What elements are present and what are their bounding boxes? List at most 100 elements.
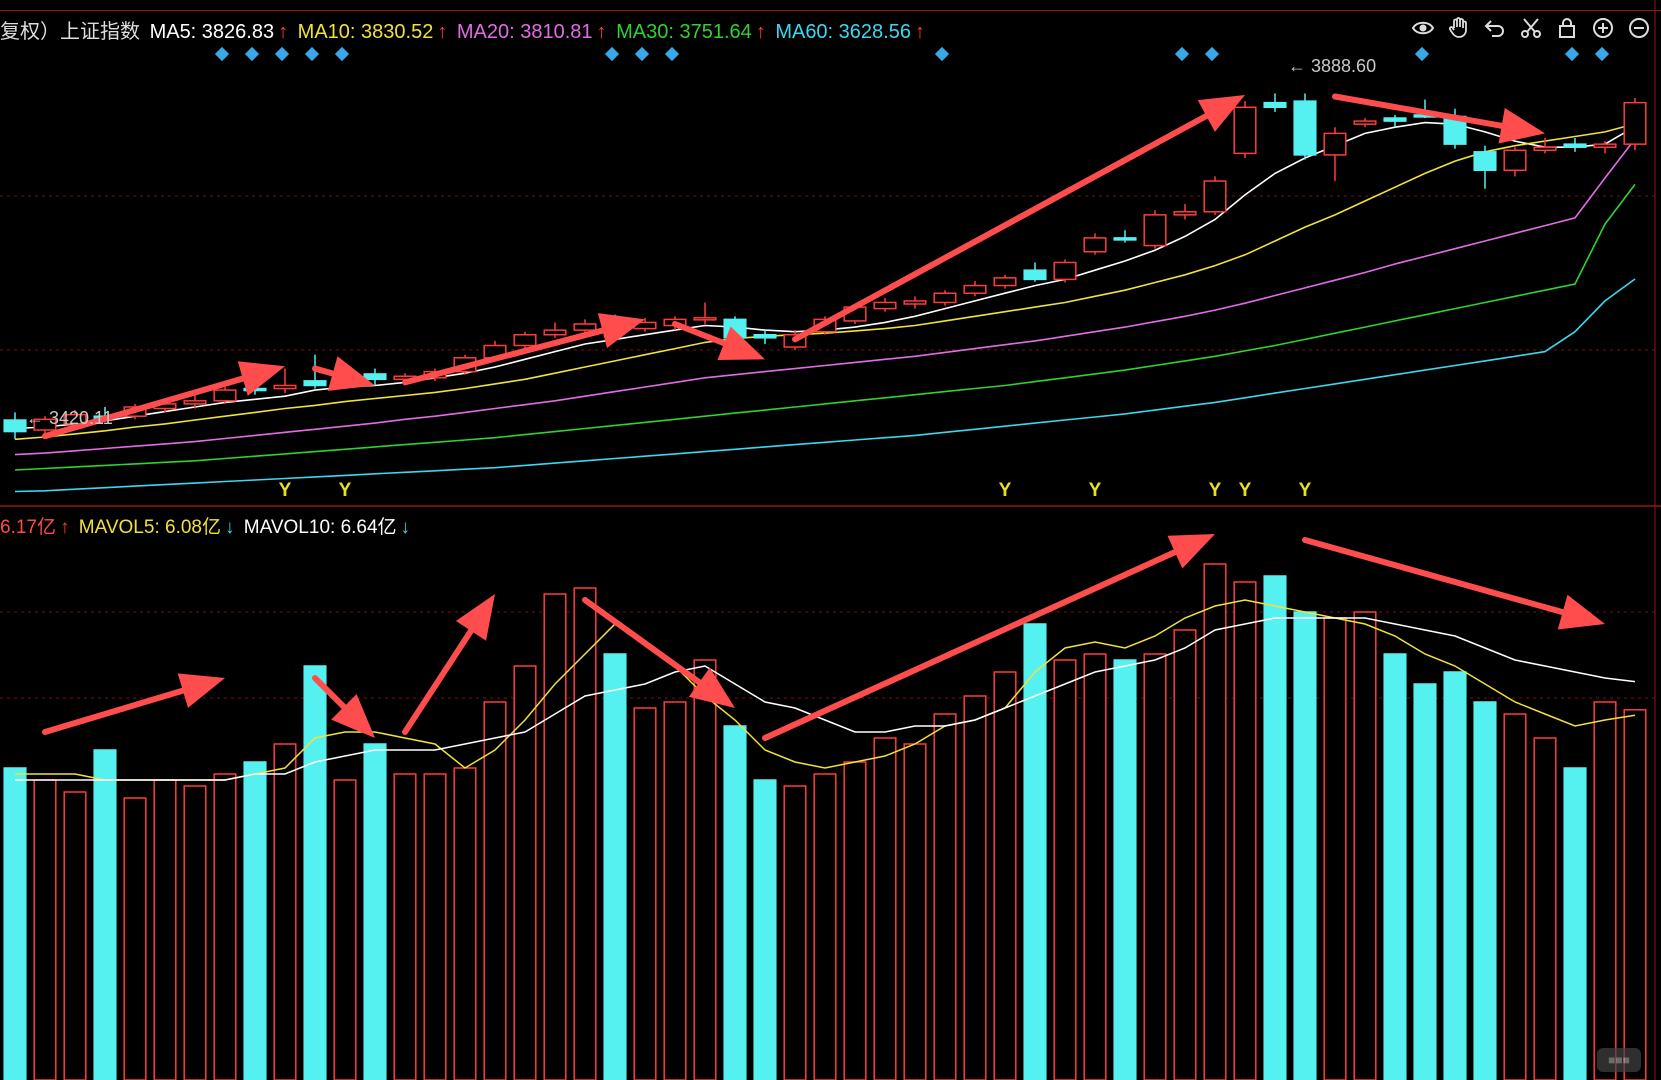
diamond-marker	[934, 46, 950, 62]
kline-chart[interactable]: YYYYYYY	[0, 0, 1661, 1080]
volume-bar	[993, 671, 1017, 1080]
candle-body	[1203, 180, 1227, 213]
volume-bar	[933, 713, 957, 1080]
volume-bar	[453, 767, 477, 1080]
volume-bar	[693, 659, 717, 1080]
volume-bar	[1083, 653, 1107, 1080]
zoom-out-icon[interactable]	[1625, 14, 1653, 42]
candle-body	[1533, 146, 1557, 152]
candle-body	[1293, 100, 1317, 156]
eye-icon[interactable]	[1409, 14, 1437, 42]
low-price-label: ← 3420.11	[26, 408, 113, 428]
diamond-marker	[1564, 46, 1580, 62]
candle-body	[1623, 101, 1647, 145]
index-title: 复权）上证指数	[0, 21, 140, 43]
candle-body	[1473, 151, 1497, 172]
volume-bar	[813, 773, 837, 1080]
volume-bar	[1623, 709, 1647, 1080]
volume-bar	[1293, 611, 1317, 1080]
volume-bar	[1263, 575, 1287, 1080]
candle-body	[1113, 237, 1137, 241]
candle-body	[903, 300, 927, 305]
diamond-marker	[1414, 46, 1430, 62]
volume-bar	[423, 773, 447, 1080]
volume-bar	[1443, 671, 1467, 1080]
ma-line-ma20	[14, 138, 1636, 456]
candle-body	[963, 284, 987, 294]
candle-body	[693, 317, 717, 321]
y-signal-marker: Y	[339, 480, 352, 501]
mavol10-arrow: ↓	[400, 517, 411, 538]
volume-bar	[783, 785, 807, 1080]
chart-toolbar	[1409, 14, 1653, 42]
candle-body	[753, 333, 777, 339]
trend-arrow-head	[177, 673, 225, 708]
candle-body	[873, 301, 897, 310]
volume-bar	[243, 761, 267, 1080]
ma20-arrow: ↑	[596, 21, 607, 43]
volume-value: 6.17亿 ↑	[0, 517, 70, 538]
diamond-marker	[634, 46, 650, 62]
trend-arrow-head	[1498, 108, 1545, 144]
y-signal-marker: Y	[279, 480, 292, 501]
candle-body	[993, 277, 1017, 287]
trend-arrow-head	[455, 594, 495, 641]
mavol5-value: MAVOL5: 6.08亿 ↓	[78, 517, 235, 538]
mavol5-arrow: ↓	[224, 517, 235, 538]
zoom-in-icon[interactable]	[1589, 14, 1617, 42]
candle-body	[213, 389, 237, 402]
high-price-label: ← 3888.60	[1288, 56, 1377, 76]
diamond-marker	[304, 46, 320, 62]
volume-bar	[363, 743, 387, 1080]
volume-bar	[483, 701, 507, 1080]
candle-body	[183, 400, 207, 405]
candle-body	[363, 373, 387, 381]
hand-icon[interactable]	[1445, 14, 1473, 42]
candle-body	[303, 380, 327, 387]
ma10-arrow: ↑	[437, 21, 448, 43]
candle-body	[543, 329, 567, 336]
watermark-logo: ■■■	[1597, 1048, 1641, 1072]
volume-bar	[333, 779, 357, 1080]
y-signal-marker: Y	[999, 480, 1012, 501]
ma60-arrow: ↑	[914, 21, 925, 43]
volume-bar	[603, 653, 627, 1080]
volume-bar	[1503, 713, 1527, 1080]
volume-bar	[903, 743, 927, 1080]
volume-bar	[153, 779, 177, 1080]
volume-bar	[1143, 653, 1167, 1080]
volume-bar	[93, 749, 117, 1080]
candle-body	[1353, 120, 1377, 125]
candle-body	[1023, 269, 1047, 281]
volume-bar	[1203, 563, 1227, 1080]
candle-body	[1053, 261, 1077, 281]
volume-bar	[1563, 767, 1587, 1080]
trend-arrow-head	[597, 313, 645, 348]
lock-icon[interactable]	[1553, 14, 1581, 42]
volume-bar	[843, 761, 867, 1080]
candle-body	[1383, 117, 1407, 122]
diamond-marker	[664, 46, 680, 62]
diamond-marker	[1594, 46, 1610, 62]
ma60-value: MA60: 3628.56 ↑	[775, 21, 925, 43]
ma20-value: MA20: 3810.81 ↑	[456, 21, 607, 43]
ma5-arrow: ↑	[278, 21, 289, 43]
diamond-marker	[334, 46, 350, 62]
candle-body	[1323, 132, 1347, 156]
volume-bar	[183, 785, 207, 1080]
volume-bar	[1233, 581, 1257, 1080]
volume-bar	[1593, 701, 1617, 1080]
y-signal-marker: Y	[1239, 480, 1252, 501]
candle-body	[3, 419, 27, 433]
y-signal-marker: Y	[1089, 480, 1102, 501]
candle-body	[1083, 237, 1107, 253]
undo-icon[interactable]	[1481, 14, 1509, 42]
volume-bar	[633, 707, 657, 1080]
volume-bar	[873, 737, 897, 1080]
y-signal-marker: Y	[1299, 480, 1312, 501]
diamond-marker	[274, 46, 290, 62]
volume-bar	[123, 797, 147, 1080]
scissors-icon[interactable]	[1517, 14, 1545, 42]
volume-bar	[1053, 659, 1077, 1080]
price-indicator-header: 复权）上证指数 MA5: 3826.83 ↑ MA10: 3830.52 ↑ MA2…	[0, 15, 929, 44]
